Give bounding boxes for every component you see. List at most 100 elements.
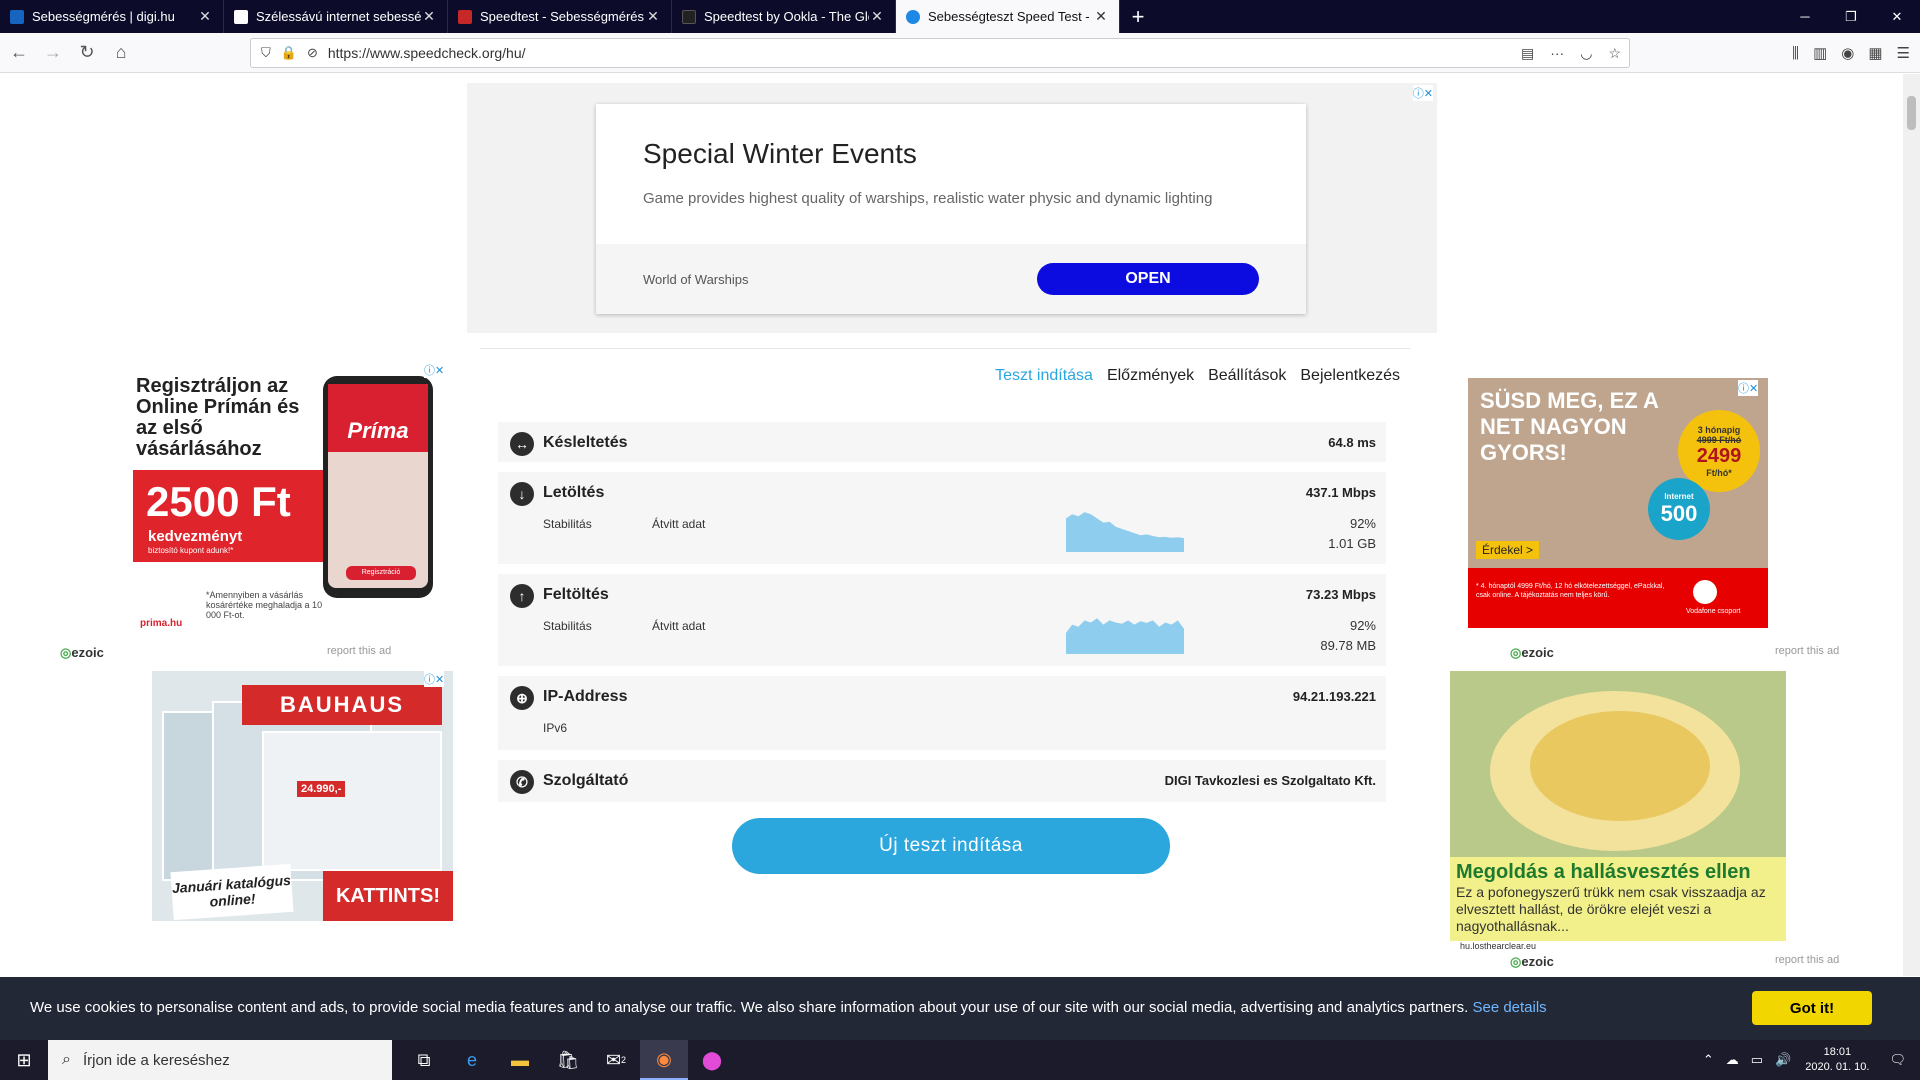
tab-ookla[interactable]: Speedtest by Ookla - The Global✕ [672, 0, 896, 33]
window-controls: ─ ❐ ✕ [1782, 0, 1920, 33]
minimize-icon[interactable]: ─ [1782, 0, 1828, 33]
hearing-ad-source[interactable]: hu.losthearclear.eu [1460, 941, 1536, 951]
page-favicon-icon [234, 9, 248, 24]
see-details-link[interactable]: See details [1472, 999, 1546, 1016]
mail-icon[interactable]: ✉ 2 [592, 1040, 640, 1080]
menu-login[interactable]: Bejelentkezés [1300, 367, 1400, 385]
ad-card[interactable]: Special Winter Events Game provides high… [596, 104, 1306, 314]
extensions-icon[interactable]: ▦ [1868, 44, 1882, 62]
digi-favicon-icon [10, 9, 24, 24]
got-it-button[interactable]: Got it! [1752, 991, 1872, 1025]
notifications-icon[interactable]: 🗨 [1889, 1052, 1906, 1068]
bauhaus-price: 24.990,- [297, 781, 346, 797]
reader-view-icon[interactable]: ▤ [1521, 45, 1534, 62]
report-ad-link[interactable]: report this ad [327, 645, 391, 657]
tab-speedtest-hu[interactable]: Speedtest - Sebességmérés - speed✕ [448, 0, 672, 33]
ad-info-icon[interactable]: ⓘ✕ [1412, 85, 1433, 101]
taskbar-search[interactable]: ⌕ Írjon ide a kereséshez [48, 1040, 392, 1080]
forward-icon[interactable]: → [38, 38, 68, 68]
prima-ad[interactable]: Regisztráljon az Online Prímán és az els… [118, 362, 453, 642]
tray-chevron-icon[interactable]: ⌃ [1703, 1052, 1714, 1068]
store-icon[interactable]: 🛍 [544, 1040, 592, 1080]
catalog-image [262, 731, 442, 871]
ip-version: IPv6 [543, 721, 568, 735]
transferred-label: Átvitt adat [652, 619, 706, 633]
shield-icon[interactable]: ⛉ [261, 45, 271, 61]
bauhaus-cta[interactable]: KATTINTS! [323, 871, 453, 921]
close-tab-icon[interactable]: ✕ [421, 8, 437, 25]
new-tab-button[interactable]: + [1120, 0, 1156, 33]
firefox-icon[interactable]: ◉ [640, 1040, 688, 1080]
report-ad-link[interactable]: report this ad [1775, 954, 1839, 966]
price-value: 2499 [1696, 444, 1742, 467]
url-text[interactable]: https://www.speedcheck.org/hu/ [328, 45, 526, 61]
menu-history[interactable]: Előzmények [1107, 367, 1194, 385]
edge-icon[interactable]: e [448, 1040, 496, 1080]
tab-speedcheck[interactable]: Sebességteszt Speed Test - Speedcheck✕ [896, 0, 1120, 33]
windows-taskbar: ⊞ ⌕ Írjon ide a kereséshez ⧉ e ▬ 🛍 ✉ 2 ◉ … [0, 1040, 1920, 1080]
ezoic-logo[interactable]: ezoic [1510, 645, 1554, 661]
scrollbar-thumb[interactable] [1907, 96, 1916, 130]
close-tab-icon[interactable]: ✕ [869, 8, 885, 25]
maps-icon[interactable]: ⬤ [688, 1040, 736, 1080]
page-actions-icon[interactable]: ··· [1550, 45, 1564, 62]
network-icon[interactable]: ▭ [1751, 1052, 1763, 1068]
tab-digi[interactable]: Sebességmérés | digi.hu ✕ [0, 0, 224, 33]
address-bar[interactable]: ⛉ 🔒 ⊘ https://www.speedcheck.org/hu/ ▤ ·… [250, 38, 1630, 68]
windows-start-icon[interactable]: ⊞ [0, 1040, 48, 1080]
bauhaus-ad[interactable]: BAUHAUS 24.990,- Januári katalógus onlin… [152, 671, 453, 921]
account-icon[interactable]: ◉ [1841, 44, 1854, 62]
close-tab-icon[interactable]: ✕ [1093, 8, 1109, 25]
clock[interactable]: 18:01 2020. 01. 10. [1805, 1045, 1869, 1075]
menu-settings[interactable]: Beállítások [1208, 367, 1286, 385]
permissions-icon[interactable]: ⊘ [307, 45, 318, 61]
library-icon[interactable]: ⫼ [1792, 45, 1799, 62]
vodafone-ad[interactable]: SÜSD MEG, EZ A NET NAGYON GYORS! 3 hónap… [1468, 378, 1768, 628]
prima-register: Regisztráció [346, 566, 416, 580]
page-favicon-icon [458, 9, 472, 24]
download-icon: ↓ [510, 482, 534, 506]
pocket-icon[interactable]: ◡ [1580, 45, 1592, 62]
ad-info-icon[interactable]: ⓘ✕ [1738, 380, 1759, 396]
prima-logo: Príma [328, 384, 428, 452]
sidebar-icon[interactable]: ▥ [1813, 44, 1827, 62]
stability-label: Stabilitás [543, 619, 592, 633]
upload-stability: 92% [1349, 618, 1376, 633]
reload-icon[interactable]: ↻ [72, 38, 102, 68]
bookmark-star-icon[interactable]: ☆ [1608, 45, 1621, 62]
ad-info-icon[interactable]: ⓘ✕ [424, 362, 445, 378]
new-test-button[interactable]: Új teszt indítása [732, 818, 1170, 874]
vodafone-cta[interactable]: Érdekel > [1476, 541, 1540, 559]
tab-szelessavu[interactable]: Szélessávú internet sebességteszt✕ [224, 0, 448, 33]
provider-label: Szolgáltató [543, 772, 629, 789]
ad-description: Game provides highest quality of warship… [643, 190, 1213, 207]
menu-icon[interactable]: ☰ [1897, 44, 1910, 62]
old-price: 4999 Ft/hó [1696, 434, 1742, 445]
home-icon[interactable]: ⌂ [106, 38, 136, 68]
onedrive-icon[interactable]: ☁ [1726, 1052, 1739, 1068]
menu-start-test[interactable]: Teszt indítása [995, 367, 1093, 385]
download-row: ↓ Letöltés 437.1 Mbps Stabilitás Átvitt … [498, 472, 1386, 564]
ezoic-logo[interactable]: ezoic [1510, 954, 1554, 970]
upload-icon: ↑ [510, 584, 534, 608]
file-explorer-icon[interactable]: ▬ [496, 1040, 544, 1080]
close-tab-icon[interactable]: ✕ [197, 8, 213, 25]
task-view-icon[interactable]: ⧉ [400, 1040, 448, 1080]
back-icon[interactable]: ← [4, 38, 34, 68]
report-ad-link[interactable]: report this ad [1775, 645, 1839, 657]
ad-info-icon[interactable]: ⓘ✕ [424, 671, 445, 687]
lock-icon[interactable]: 🔒 [281, 45, 297, 61]
hearing-ad[interactable]: Megoldás a hallásvesztés ellen Ez a pofo… [1450, 671, 1786, 941]
ad-brand: World of Warships [643, 272, 749, 287]
close-tab-icon[interactable]: ✕ [645, 8, 661, 25]
tab-title: Speedtest - Sebességmérés - speed [480, 9, 645, 24]
open-button[interactable]: OPEN [1037, 263, 1259, 295]
page-scrollbar[interactable] [1903, 74, 1920, 976]
volume-icon[interactable]: 🔊 [1775, 1052, 1791, 1068]
ezoic-logo[interactable]: ezoic [60, 645, 104, 661]
bauhaus-catalog-label: Januári katalógus online! [170, 863, 294, 921]
upload-graph-area [1066, 618, 1184, 654]
close-window-icon[interactable]: ✕ [1874, 0, 1920, 33]
restore-icon[interactable]: ❐ [1828, 0, 1874, 33]
top-banner-ad[interactable]: ⓘ✕ Special Winter Events Game provides h… [467, 83, 1437, 333]
